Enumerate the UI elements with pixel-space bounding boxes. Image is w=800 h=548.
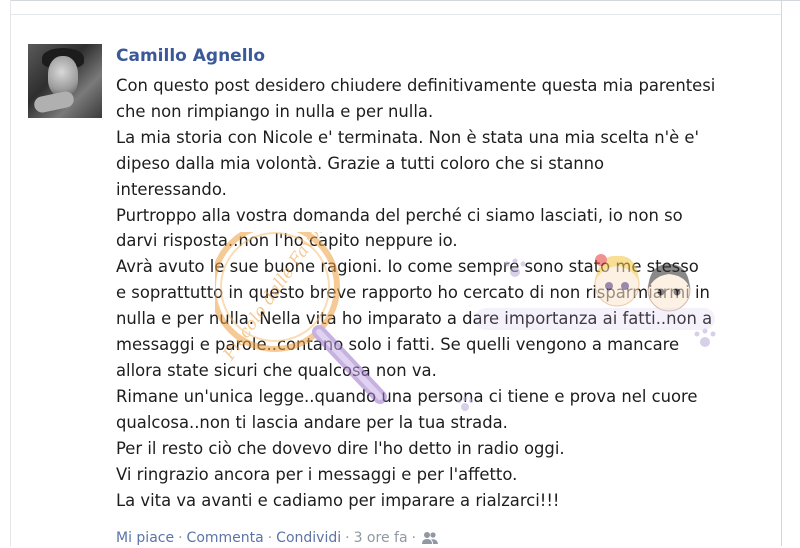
post-line: dipeso dalla mia volontà. Grazie a tutti…: [116, 153, 605, 173]
separator: ·: [411, 530, 416, 546]
post-line: Per il resto ciò che dovevo dire l'ho de…: [116, 438, 565, 458]
avatar[interactable]: [28, 44, 102, 118]
left-border: [10, 0, 11, 546]
post-line: qualcosa..non ti lascia andare per la tu…: [116, 412, 508, 432]
post-frame: Camillo Agnello Con questo post desidero…: [0, 0, 800, 546]
post-line: allora state sicuri che qualcosa non va.: [116, 360, 437, 380]
post-line: La vita va avanti e cadiamo per imparare…: [116, 490, 560, 510]
post-line: Rimane un'unica legge..quando una person…: [116, 386, 698, 406]
timestamp[interactable]: 3 ore fa: [354, 530, 408, 546]
post-line: Avrà avuto le sue buone ragioni. Io come…: [116, 257, 699, 277]
post-line: Con questo post desidero chiudere defini…: [116, 76, 716, 95]
top-border: [10, 0, 800, 1]
post-text: Con questo post desidero chiudere defini…: [116, 73, 776, 513]
separator: ·: [178, 530, 183, 546]
separator: ·: [345, 530, 350, 546]
avatar-arm: [32, 90, 76, 114]
share-link[interactable]: Condividi: [276, 530, 341, 546]
post-line: e soprattutto in questo breve rapporto h…: [116, 283, 710, 303]
post-line: messaggi e parole..contano solo i fatti.…: [116, 335, 680, 355]
post-line: darvi risposta..non l'ho capito neppure …: [116, 231, 458, 251]
avatar-face: [48, 56, 78, 96]
like-link[interactable]: Mi piace: [116, 530, 174, 546]
post-line: nulla e per nulla. Nella vita ho imparat…: [116, 309, 713, 329]
author-name[interactable]: Camillo Agnello: [116, 44, 265, 68]
post-line: Purtroppo alla vostra domanda del perché…: [116, 205, 683, 225]
separator: ·: [267, 530, 273, 546]
divider: [10, 14, 781, 15]
comment-link[interactable]: Commenta: [187, 530, 264, 546]
post-actions: Mi piace · Commenta · Condividi · 3 ore fa ·: [116, 528, 438, 548]
post-line: che non rimpiango in nulla e per nulla.: [116, 101, 434, 121]
post-line: La mia storia con Nicole e' terminata. N…: [116, 127, 699, 147]
post-line: Vi ringrazio ancora per i messaggi e per…: [116, 464, 518, 484]
audience-friends-icon[interactable]: [421, 531, 438, 545]
right-border: [781, 0, 782, 546]
post-line: interessando.: [116, 179, 227, 199]
